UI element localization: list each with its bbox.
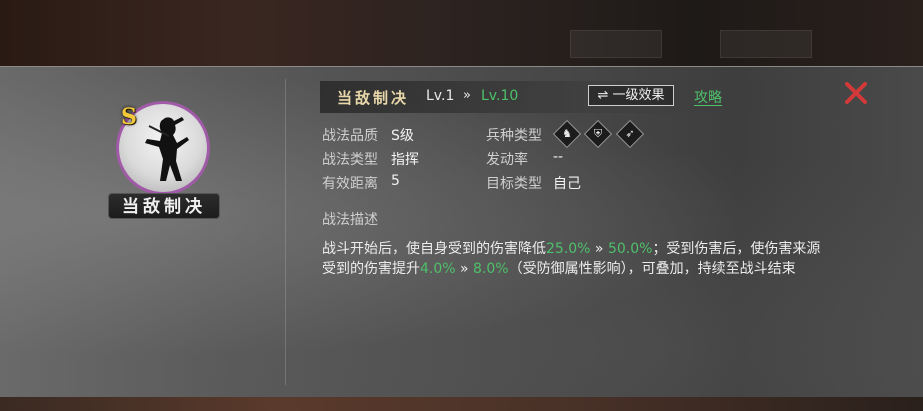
description-part: （受防御属性影响），可叠加，持续至战斗结束 [508,261,796,277]
type-label: 战法类型 [322,152,378,168]
level-arrow: » [463,88,471,103]
skill-detail-panel: S 当敌制决 当敌制决 Lv.1 » Lv.10 ⇌ 一级效果 攻略 战法品质 … [0,66,923,397]
value-high: 8.0% [473,261,509,277]
range-label: 有效距离 [322,176,378,192]
target-value: 自己 [553,176,581,192]
shield-icon: ⛨ [583,119,613,149]
value-arrow: » [590,241,608,257]
description-text: 战斗开始后，使自身受到的伤害降低25.0% » 50.0%；受到伤害后，使伤害来… [322,239,822,279]
quality-label: 战法品质 [322,128,378,144]
bow-icon: ➶ [615,119,645,149]
description-title: 战法描述 [322,212,378,228]
type-value: 指挥 [391,152,419,168]
background-bottom [0,396,923,411]
background-top [0,0,923,66]
panel-divider [285,79,286,385]
rate-label: 发动率 [486,152,528,168]
strategy-link[interactable]: 攻略 [694,87,722,107]
troop-label: 兵种类型 [486,128,542,144]
value-low: 25.0% [546,241,591,257]
value-arrow: » [455,261,474,277]
level-max: Lv.10 [481,88,519,104]
effect-toggle-button[interactable]: ⇌ 一级效果 [588,85,674,106]
background-tab [720,30,812,58]
rate-value: -- [553,149,564,165]
cavalry-icon: ♞ [552,119,582,149]
close-icon[interactable] [842,79,870,107]
skill-name-plate: 当敌制决 [108,193,220,219]
level-current: Lv.1 [426,88,455,104]
quality-value: S级 [391,128,414,144]
description-part: 战斗开始后，使自身受到的伤害降低 [322,241,546,257]
background-tab [570,30,662,58]
value-high: 50.0% [607,241,653,257]
grade-badge: S [121,104,137,130]
target-label: 目标类型 [486,176,542,192]
skill-title: 当敌制决 [337,89,410,107]
value-low: 4.0% [420,261,456,277]
range-value: 5 [391,173,400,189]
